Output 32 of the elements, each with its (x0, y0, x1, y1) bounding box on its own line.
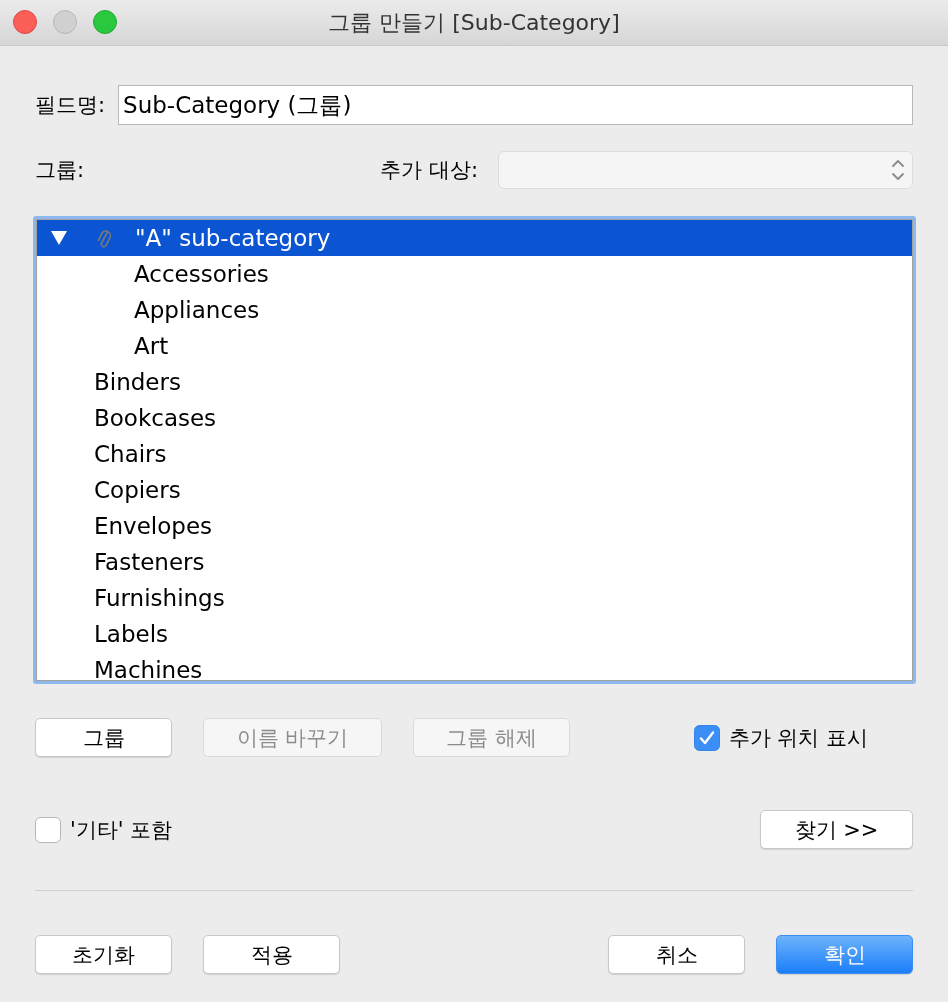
tree-item[interactable]: Furnishings (37, 580, 912, 616)
field-name-label: 필드명: (35, 92, 106, 119)
tree-item[interactable]: "A" sub-category (37, 220, 912, 256)
tree-item[interactable]: Envelopes (37, 508, 912, 544)
tree-item[interactable]: Art (37, 328, 912, 364)
checkbox-label: 추가 위치 표시 (728, 724, 868, 752)
field-name-input[interactable]: Sub-Category (그룹) (118, 85, 913, 125)
checkbox[interactable] (693, 724, 720, 751)
group-label: 그룹: (35, 157, 85, 184)
close-icon[interactable] (13, 10, 37, 34)
add-to-label: 추가 대상: (380, 157, 478, 184)
tree-item[interactable]: Labels (37, 616, 912, 652)
checkbox[interactable] (35, 816, 61, 843)
action-button[interactable]: 그룹 (35, 718, 172, 757)
tree-item[interactable]: Copiers (37, 472, 912, 508)
disclosure-triangle-icon[interactable] (51, 231, 67, 245)
tree-item[interactable]: Chairs (37, 436, 912, 472)
footer-button[interactable]: 초기화 (35, 935, 172, 974)
footer-button[interactable]: 적용 (203, 935, 340, 974)
tree-item[interactable]: Bookcases (37, 400, 912, 436)
minimize-icon[interactable] (53, 10, 77, 34)
tree-item[interactable]: Machines (37, 652, 912, 680)
tree-item[interactable]: Appliances (37, 292, 912, 328)
footer-button[interactable]: 취소 (608, 935, 745, 974)
find-button[interactable]: 찾기 >> (760, 810, 913, 849)
chevron-updown-icon (891, 158, 905, 182)
tree-item[interactable]: Accessories (37, 256, 912, 292)
window-title: 그룹 만들기 [Sub-Category] (328, 8, 620, 37)
tree-item[interactable]: Fasteners (37, 544, 912, 580)
tree-item[interactable]: Binders (37, 364, 912, 400)
checkbox-label: '기타' 포함 (70, 816, 173, 844)
zoom-icon[interactable] (93, 10, 117, 34)
